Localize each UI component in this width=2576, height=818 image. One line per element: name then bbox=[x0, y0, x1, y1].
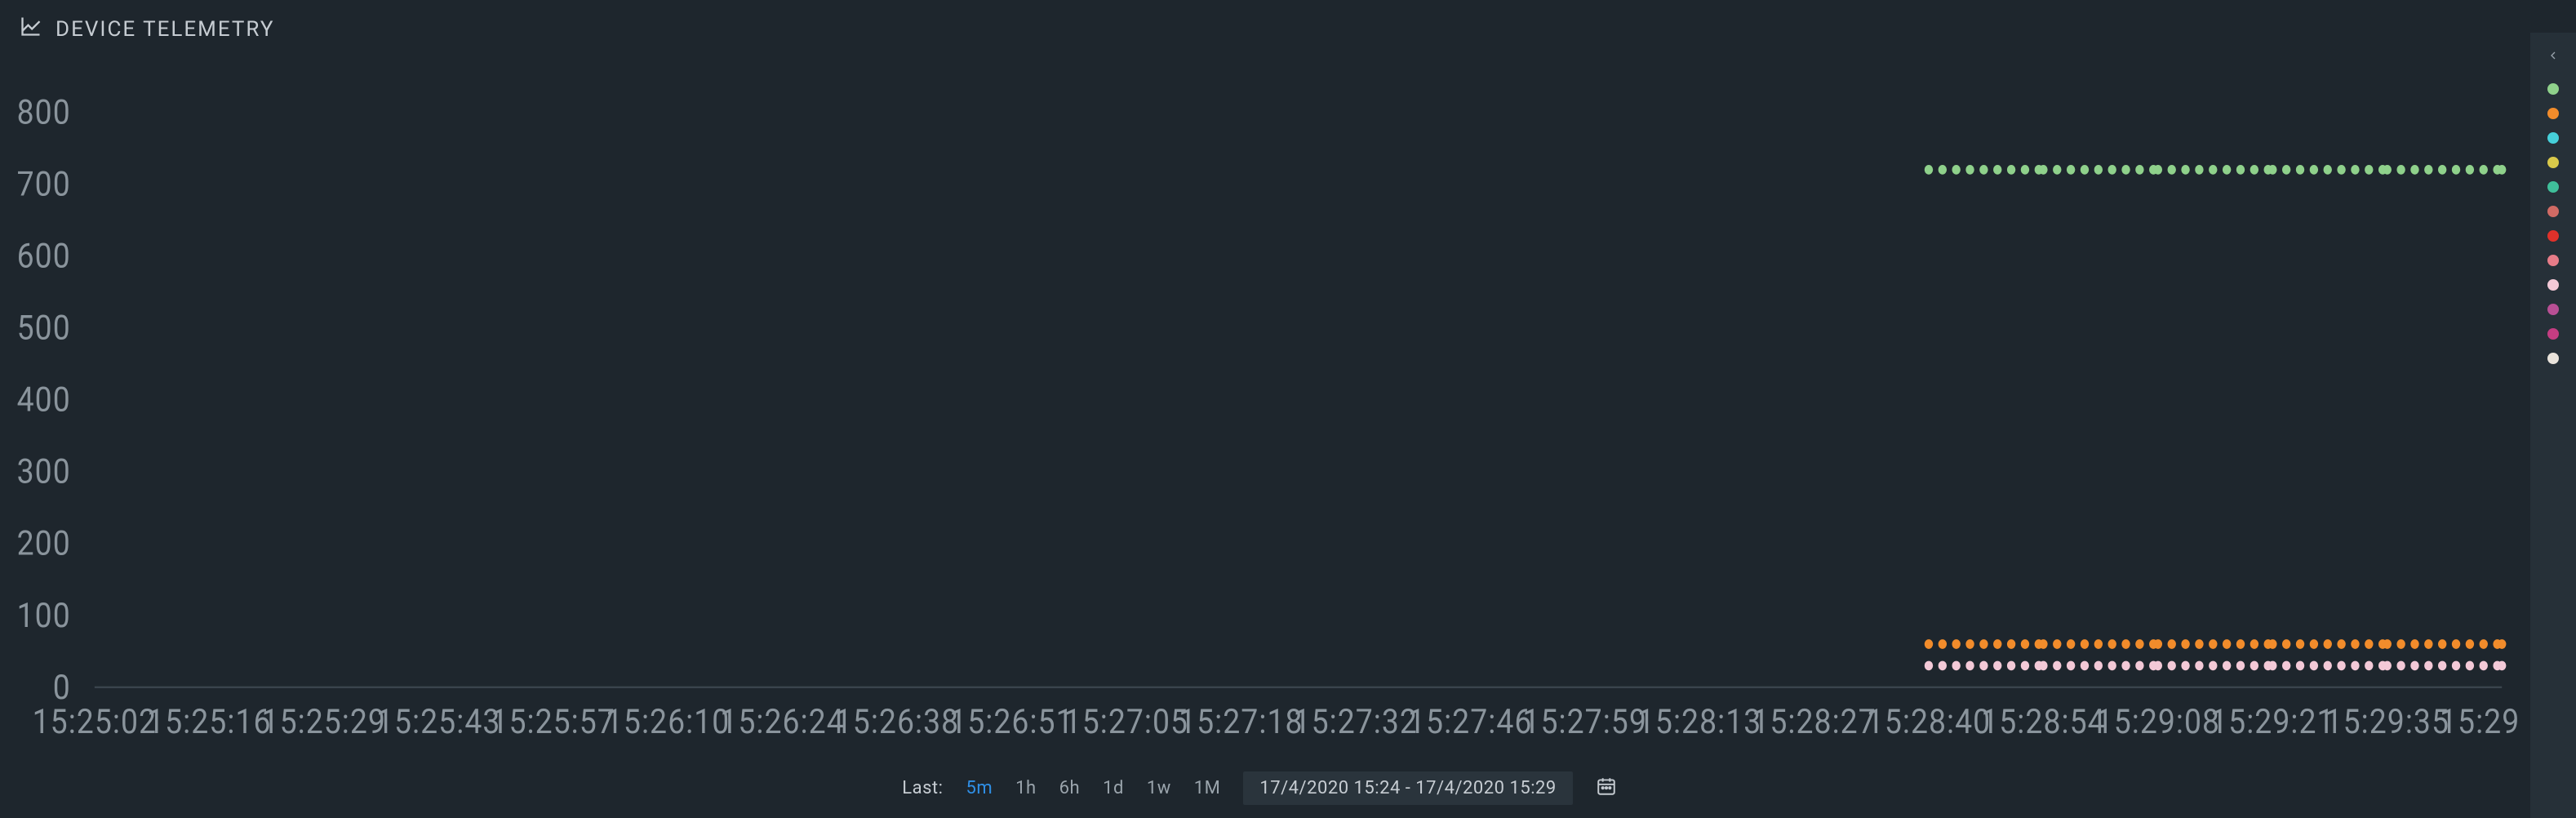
series-series-3 bbox=[1925, 661, 2507, 671]
svg-text:15:27:32: 15:27:32 bbox=[1294, 701, 1418, 742]
time-range-label: Last: bbox=[902, 778, 943, 798]
calendar-icon[interactable] bbox=[1596, 776, 1617, 802]
svg-text:15:29:21: 15:29:21 bbox=[2210, 701, 2334, 742]
legend-swatch-7[interactable] bbox=[2547, 255, 2559, 266]
chart-line-icon bbox=[20, 15, 42, 43]
svg-text:400: 400 bbox=[17, 380, 71, 420]
time-option-5m[interactable]: 5m bbox=[966, 778, 993, 798]
svg-text:15:28:40: 15:28:40 bbox=[1867, 701, 1991, 742]
svg-text:800: 800 bbox=[17, 91, 71, 132]
series-series-1 bbox=[1925, 165, 2507, 175]
legend-swatch-0[interactable] bbox=[2547, 83, 2559, 95]
legend-strip bbox=[2530, 33, 2576, 818]
svg-text:15:29:08: 15:29:08 bbox=[2096, 701, 2220, 742]
time-option-1w[interactable]: 1w bbox=[1147, 778, 1171, 798]
svg-text:15:25:29: 15:25:29 bbox=[262, 701, 386, 742]
svg-text:15:27:59: 15:27:59 bbox=[1522, 701, 1646, 742]
svg-text:15:26:24: 15:26:24 bbox=[720, 701, 844, 742]
svg-text:15:28:13: 15:28:13 bbox=[1637, 701, 1761, 742]
svg-text:100: 100 bbox=[17, 595, 71, 636]
svg-text:15:25:57: 15:25:57 bbox=[491, 701, 615, 742]
time-range-bar: Last: 5m 1h 6h 1d 1w 1M 17/4/2020 15:24 - 17/… bbox=[0, 771, 2519, 805]
svg-text:15:27:18: 15:27:18 bbox=[1179, 701, 1303, 742]
series-series-2 bbox=[1925, 639, 2507, 649]
svg-text:15:27:46: 15:27:46 bbox=[1408, 701, 1532, 742]
svg-text:15:28:54: 15:28:54 bbox=[1981, 701, 2105, 742]
legend-swatch-2[interactable] bbox=[2547, 132, 2559, 144]
svg-text:15:27:05: 15:27:05 bbox=[1064, 701, 1188, 742]
svg-text:15:25:43: 15:25:43 bbox=[376, 701, 500, 742]
legend-swatch-8[interactable] bbox=[2547, 279, 2559, 291]
svg-text:500: 500 bbox=[17, 307, 71, 348]
legend-swatch-4[interactable] bbox=[2547, 181, 2559, 193]
svg-text:700: 700 bbox=[17, 163, 71, 204]
legend-swatch-9[interactable] bbox=[2547, 304, 2559, 315]
svg-text:15:26:38: 15:26:38 bbox=[835, 701, 959, 742]
svg-text:15:26:10: 15:26:10 bbox=[606, 701, 730, 742]
legend-swatch-10[interactable] bbox=[2547, 328, 2559, 340]
time-range-display[interactable]: 17/4/2020 15:24 - 17/4/2020 15:29 bbox=[1243, 771, 1572, 805]
svg-text:15:25:16: 15:25:16 bbox=[147, 701, 271, 742]
legend-swatch-1[interactable] bbox=[2547, 108, 2559, 119]
time-option-1d[interactable]: 1d bbox=[1103, 778, 1124, 798]
svg-text:200: 200 bbox=[17, 523, 71, 564]
legend-swatch-5[interactable] bbox=[2547, 206, 2559, 217]
panel-header: DEVICE TELEMETRY bbox=[0, 0, 2576, 48]
time-option-6h[interactable]: 6h bbox=[1059, 778, 1080, 798]
legend-swatch-6[interactable] bbox=[2547, 230, 2559, 242]
legend-swatch-3[interactable] bbox=[2547, 157, 2559, 168]
panel-title: DEVICE TELEMETRY bbox=[56, 17, 274, 42]
svg-text:600: 600 bbox=[17, 235, 71, 276]
legend-swatch-11[interactable] bbox=[2547, 353, 2559, 364]
telemetry-panel: DEVICE TELEMETRY 01002003004005006007008… bbox=[0, 0, 2576, 818]
svg-text:15:26:51: 15:26:51 bbox=[949, 701, 1073, 742]
time-option-1h[interactable]: 1h bbox=[1015, 778, 1036, 798]
svg-text:15:29:48: 15:29:48 bbox=[2440, 701, 2519, 742]
svg-text:15:28:27: 15:28:27 bbox=[1752, 701, 1876, 742]
svg-text:300: 300 bbox=[17, 451, 71, 492]
time-option-1M[interactable]: 1M bbox=[1194, 778, 1221, 798]
legend-collapse-button[interactable] bbox=[2542, 44, 2565, 67]
telemetry-chart[interactable]: 010020030040050060070080015:25:0215:25:1… bbox=[10, 57, 2519, 745]
svg-text:15:25:02: 15:25:02 bbox=[33, 701, 157, 742]
svg-text:15:29:35: 15:29:35 bbox=[2325, 701, 2449, 742]
